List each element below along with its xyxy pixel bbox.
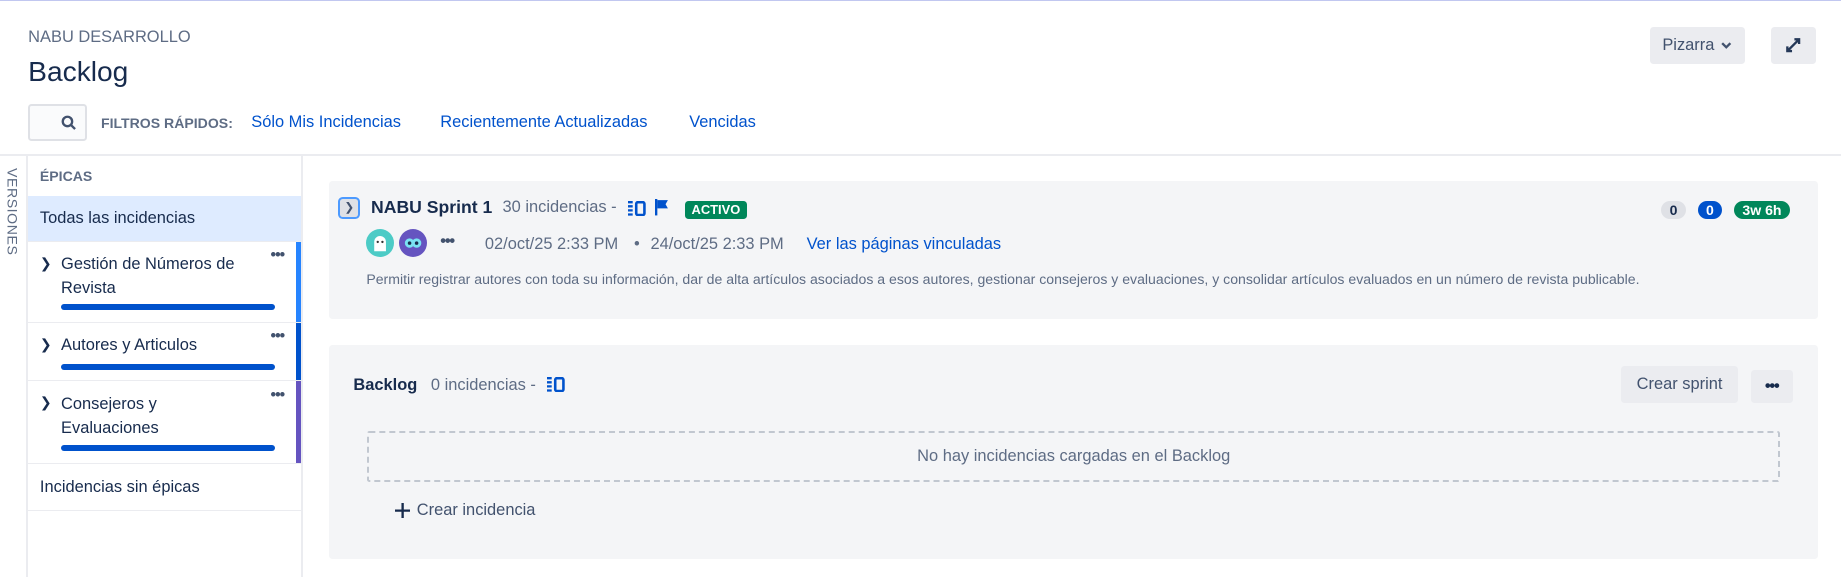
empty-backlog-message: No hay incidencias cargadas en el Backlo… [917,447,1231,466]
project-name: NABU DESARROLLO [28,28,191,46]
todo-count-badge: 0 [1661,200,1686,220]
chevron-right-icon[interactable]: ❯ [40,255,52,272]
epic-name: Gestión de Números de Revista [61,255,235,297]
issue-list-icon [628,200,646,216]
epic-name: Consejeros y Evaluaciones [61,395,159,437]
sprint-expand-toggle[interactable]: ❯ [338,197,361,220]
empty-backlog-dropzone: No hay incidencias cargadas en el Backlo… [367,430,1780,483]
page-title: Backlog [28,55,129,87]
linked-pages-link[interactable]: Ver las páginas vinculadas [807,235,1001,254]
sprint-status-badge: ACTIVO [684,200,748,220]
epic-filter-none[interactable]: Incidencias sin épicas [28,464,301,511]
epic-name: Autores y Articulos [61,336,198,355]
create-issue-button[interactable]: Crear incidencia [394,501,536,520]
epic-more-icon[interactable]: ••• [270,246,285,265]
backlog-issue-count: 0 incidencias - [430,375,536,394]
epic-more-icon[interactable]: ••• [270,386,285,405]
board-select-label: Pizarra [1662,36,1715,55]
sprint-goal: Permitir registrar autores con toda su i… [366,271,1640,288]
create-issue-label: Crear incidencia [416,501,536,520]
epic-progress-bar [61,444,275,451]
epics-heading: ÉPICAS [39,167,93,184]
epic-progress-bar [61,303,275,310]
chevron-right-icon[interactable]: ❯ [40,394,52,411]
sprint-card: ❯ NABU Sprint 1 30 incidencias - ACTIVO … [328,180,1818,320]
avatar[interactable] [399,228,428,257]
avatar[interactable] [366,228,395,257]
in-progress-count-badge: 0 [1697,200,1723,220]
backlog-name: Backlog [353,375,418,394]
versions-panel-toggle[interactable]: VERSIONES [0,155,29,577]
backlog-card: Backlog 0 incidencias - Crear sprint •••… [328,345,1818,559]
quick-filters-label: FILTROS RÁPIDOS: [100,114,233,131]
epic-item[interactable]: ❯ Gestión de Números de Revista ••• [28,241,301,323]
epic-item[interactable]: ❯ Consejeros y Evaluaciones ••• [28,381,301,464]
epic-filter-all[interactable]: Todas las incidencias [28,195,301,242]
date-separator: • [634,234,640,253]
expand-icon [1786,38,1801,53]
backlog-more-button[interactable]: ••• [1750,369,1793,403]
search-icon [61,115,76,130]
plus-icon [394,503,410,519]
sprint-end-date: 24/oct/25 2:33 PM [650,234,784,253]
fullscreen-button[interactable] [1770,26,1817,65]
estimate-badge: 3w 6h [1734,200,1790,220]
search-input[interactable] [28,104,87,141]
epics-panel: ÉPICAS Todas las incidencias ❯ Gestión d… [28,155,303,577]
filter-overdue[interactable]: Vencidas [689,113,756,132]
epic-color-strip [295,322,301,381]
epic-progress-bar [61,363,275,370]
versions-label: VERSIONES [4,167,21,256]
filter-recently-updated[interactable]: Recientemente Actualizadas [440,113,647,132]
sprint-start-date: 02/oct/25 2:33 PM [484,234,619,253]
sprint-name: NABU Sprint 1 [371,197,493,218]
no-epic-label: Incidencias sin épicas [39,477,200,496]
filter-my-issues[interactable]: Sólo Mis Incidencias [251,113,401,132]
board-select-button[interactable]: Pizarra [1649,26,1745,65]
create-sprint-button[interactable]: Crear sprint [1621,366,1738,403]
sprint-issue-count: 30 incidencias - [502,198,617,217]
epic-more-icon[interactable]: ••• [270,327,285,346]
epic-color-strip [295,381,301,463]
epic-color-strip [295,241,301,322]
epic-all-label: Todas las incidencias [39,208,196,227]
flag-icon [655,199,669,216]
issue-list-icon [547,376,565,392]
chevron-down-icon [1721,42,1732,50]
more-assignees-icon[interactable]: ••• [440,232,455,251]
chevron-right-icon[interactable]: ❯ [40,336,52,353]
epic-item[interactable]: ❯ Autores y Articulos ••• [28,322,301,382]
